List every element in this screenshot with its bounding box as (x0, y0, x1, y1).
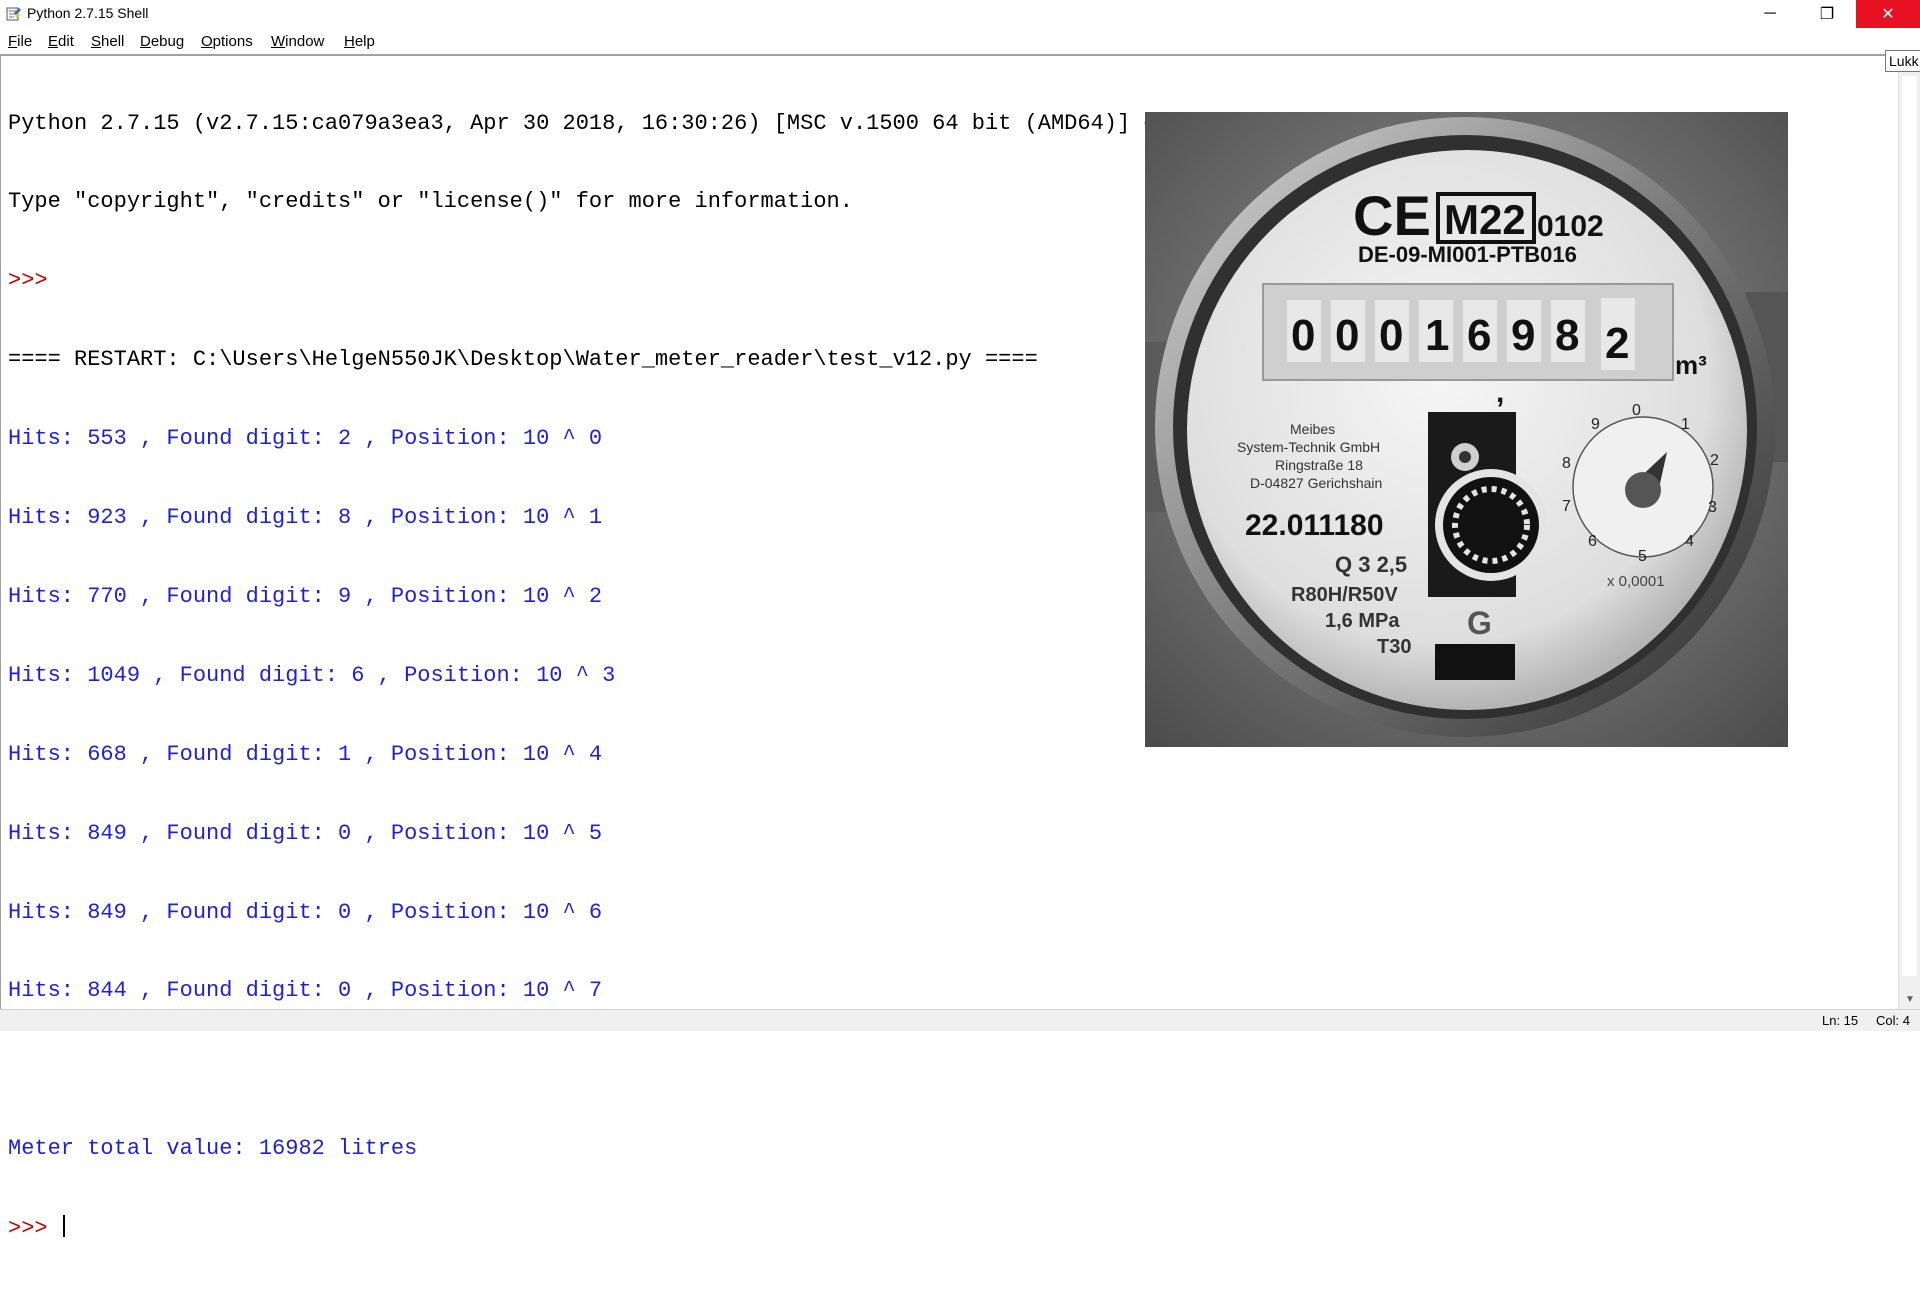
output-line: Hits: 1049 , Found digit: 6 , Position: … (8, 662, 616, 688)
shell-prompt-line: >>> (8, 268, 61, 294)
dial-number: 1 (1681, 416, 1690, 433)
dial-number: 9 (1591, 416, 1600, 433)
dial-number: 8 (1562, 455, 1571, 472)
close-tooltip: Lukk (1885, 50, 1920, 72)
dial-number: 3 (1708, 499, 1717, 516)
water-meter-photo: CE M22 0102 DE-09-MI001-PTB016 0 0 0 1 6… (1145, 112, 1788, 747)
dial-number: 6 (1588, 533, 1597, 550)
pressure-label: 1,6 MPa (1325, 610, 1400, 632)
menu-help[interactable]: Help (344, 33, 375, 50)
menu-window[interactable]: Window (271, 33, 324, 50)
shell-line: Type "copyright", "credits" or "license(… (8, 189, 853, 215)
temperature-label: T30 (1377, 636, 1411, 658)
status-line-number: Ln: 15 (1822, 1013, 1859, 1028)
minimize-icon: ─ (1764, 5, 1776, 22)
status-column-number: Col: 4 (1876, 1013, 1910, 1028)
dial-number: 5 (1638, 548, 1647, 565)
title-bar[interactable]: Python 2.7.15 Shell ─ ❐ ✕ (0, 0, 1920, 29)
output-line: Hits: 668 , Found digit: 1 , Position: 1… (8, 741, 603, 767)
python-icon (6, 7, 21, 21)
water-meter-image: CE M22 0102 DE-09-MI001-PTB016 0 0 0 1 6… (1145, 112, 1788, 747)
ratio-label: R80H/R50V (1291, 584, 1398, 606)
status-bar: Ln: 15 Col: 4 (0, 1009, 1920, 1031)
dial-number: 2 (1710, 452, 1719, 469)
dial-number: 7 (1562, 498, 1571, 515)
shell-prompt: >>> (8, 1216, 61, 1242)
close-button[interactable]: ✕ (1856, 0, 1920, 28)
m22-mark: M22 (1444, 196, 1526, 243)
meter-total-line: Meter total value: 16982 litres (8, 1136, 418, 1162)
dial-number: 4 (1685, 533, 1694, 550)
manufacturer-line: Meibes (1290, 421, 1335, 437)
drum-digit: 9 (1511, 311, 1535, 360)
restart-line: ==== RESTART: C:\Users\HelgeN550JK\Deskt… (8, 347, 1038, 373)
minimize-button[interactable]: ─ (1742, 0, 1798, 28)
menu-bar: File Edit Shell Debug Options Window Hel… (0, 28, 1920, 54)
svg-text:,: , (1496, 376, 1504, 409)
output-line: Hits: 844 , Found digit: 0 , Position: 1… (8, 978, 603, 1004)
restore-icon: ❐ (1819, 6, 1835, 23)
menu-options[interactable]: Options (201, 33, 253, 50)
manufacturer-line: System-Technik GmbH (1237, 439, 1380, 455)
ce-mark: CE (1353, 184, 1431, 247)
scroll-thumb[interactable] (1902, 76, 1917, 976)
ce-mark-text: CE (1353, 184, 1431, 247)
drum-digit: 6 (1467, 311, 1491, 360)
flow-rate: Q 3 2,5 (1335, 552, 1407, 577)
output-line: Hits: 849 , Found digit: 0 , Position: 1… (8, 820, 603, 846)
drum-digit: 0 (1291, 311, 1315, 360)
unit-label: m³ (1675, 350, 1707, 380)
drum-digit: 2 (1605, 319, 1629, 368)
window-title: Python 2.7.15 Shell (27, 5, 149, 21)
output-line: Hits: 553 , Found digit: 2 , Position: 1… (8, 426, 603, 452)
menu-shell[interactable]: Shell (91, 33, 124, 50)
dial-factor: x 0,0001 (1607, 573, 1665, 590)
menu-edit[interactable]: Edit (48, 33, 74, 50)
menu-file[interactable]: File (8, 33, 32, 50)
output-line: Hits: 770 , Found digit: 9 , Position: 1… (8, 583, 603, 609)
notified-body-number: 0102 (1537, 210, 1604, 243)
close-icon: ✕ (1881, 6, 1895, 23)
drum-digit: 0 (1335, 311, 1359, 360)
scroll-down-arrow-icon[interactable]: ▼ (1899, 989, 1920, 1009)
drum-digit: 1 (1425, 311, 1449, 360)
input-line[interactable]: >>> (8, 1215, 1249, 1241)
drum-digit: 8 (1555, 311, 1579, 360)
idle-shell-window: Python 2.7.15 Shell ─ ❐ ✕ File Edit Shel… (0, 0, 1920, 1241)
svg-text:G: G (1467, 605, 1492, 641)
serial-number: 22.011180 (1245, 509, 1384, 542)
output-line: Hits: 923 , Found digit: 8 , Position: 1… (8, 505, 603, 531)
shell-output: Python 2.7.15 (v2.7.15:ca079a3ea3, Apr 3… (8, 58, 1249, 1294)
manufacturer-line: D-04827 Gerichshain (1250, 475, 1382, 491)
restore-button[interactable]: ❐ (1799, 0, 1855, 28)
dial-number: 0 (1632, 402, 1641, 419)
vertical-scrollbar[interactable]: ▲ ▼ (1898, 54, 1920, 1009)
manufacturer-line: Ringstraße 18 (1275, 457, 1363, 473)
output-line: Hits: 849 , Found digit: 0 , Position: 1… (8, 899, 603, 925)
shell-line: Python 2.7.15 (v2.7.15:ca079a3ea3, Apr 3… (8, 110, 1250, 136)
menu-debug[interactable]: Debug (140, 33, 184, 50)
approval-number: DE-09-MI001-PTB016 (1358, 242, 1577, 267)
text-cursor (62, 1215, 65, 1238)
drum-digit: 0 (1379, 311, 1403, 360)
